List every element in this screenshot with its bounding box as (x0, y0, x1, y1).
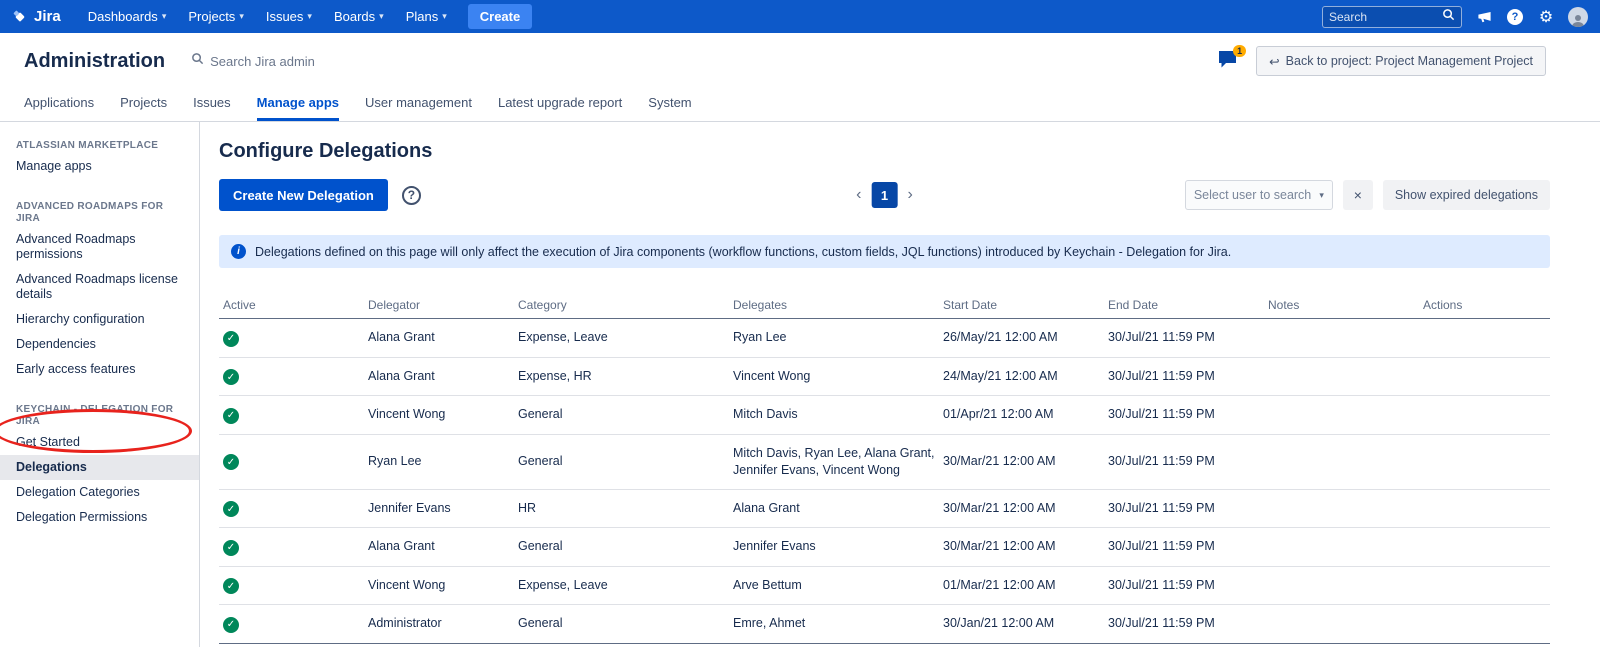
tab-latest-upgrade-report[interactable]: Latest upgrade report (498, 89, 622, 121)
info-banner: i Delegations defined on this page will … (219, 235, 1550, 268)
top-navigation: Jira Dashboards ▾ Projects ▾ Issues ▾ Bo… (0, 0, 1600, 33)
global-search[interactable] (1322, 6, 1462, 28)
create-button[interactable]: Create (468, 4, 532, 29)
active-check-icon[interactable]: ✓ (223, 331, 239, 347)
help-icon[interactable]: ? (402, 186, 421, 205)
announcement-icon[interactable] (1475, 8, 1493, 26)
jira-logo[interactable]: Jira (12, 8, 61, 25)
table-header-row: Active Delegator Category Delegates Star… (219, 292, 1550, 319)
table-row: ✓ Ryan Lee General Mitch Davis, Ryan Lee… (219, 434, 1550, 489)
sidebar-section-keychain: KEYCHAIN - DELEGATION FOR JIRA (0, 398, 199, 430)
return-arrow-icon: ↩ (1269, 54, 1279, 69)
sidebar-item-dependencies[interactable]: Dependencies (0, 332, 199, 357)
chevron-down-icon: ▾ (1319, 190, 1324, 201)
active-check-icon[interactable]: ✓ (223, 540, 239, 556)
user-search-select[interactable]: Select user to search ▾ (1185, 180, 1333, 210)
search-icon (1442, 8, 1455, 26)
create-new-delegation-button[interactable]: Create New Delegation (219, 179, 388, 211)
tab-projects[interactable]: Projects (120, 89, 167, 121)
nav-projects[interactable]: Projects ▾ (179, 4, 253, 29)
table-row: ✓ Vincent Wong Expense, Leave Arve Bettu… (219, 566, 1550, 605)
main-content: Configure Delegations Create New Delegat… (200, 122, 1600, 647)
show-expired-delegations-button[interactable]: Show expired delegations (1383, 180, 1550, 210)
nav-boards[interactable]: Boards ▾ (325, 4, 393, 29)
feedback-icon[interactable]: 1 (1218, 50, 1242, 72)
sidebar-item-delegation-permissions[interactable]: Delegation Permissions (0, 505, 199, 530)
col-active: Active (219, 292, 364, 319)
settings-gear-icon[interactable]: ⚙ (1537, 8, 1555, 26)
col-delegator: Delegator (364, 292, 514, 319)
search-icon (191, 52, 204, 70)
jira-logo-icon (12, 9, 28, 25)
table-row: ✓ Administrator General Emre, Ahmet 30/J… (219, 605, 1550, 644)
col-end-date: End Date (1104, 292, 1264, 319)
active-check-icon[interactable]: ✓ (223, 578, 239, 594)
admin-search[interactable] (191, 52, 390, 70)
table-row: ✓ Jennifer Evans HR Alana Grant 30/Mar/2… (219, 489, 1550, 528)
tab-manage-apps[interactable]: Manage apps (257, 89, 339, 121)
feedback-badge: 1 (1233, 45, 1246, 57)
nav-issues[interactable]: Issues ▾ (257, 4, 321, 29)
admin-search-input[interactable] (210, 54, 390, 69)
active-check-icon[interactable]: ✓ (223, 617, 239, 633)
active-check-icon[interactable]: ✓ (223, 454, 239, 470)
table-row: ✓ Alana Grant Expense, HR Vincent Wong 2… (219, 357, 1550, 396)
active-check-icon[interactable]: ✓ (223, 501, 239, 517)
tab-user-management[interactable]: User management (365, 89, 472, 121)
chevron-down-icon: ▾ (442, 11, 447, 22)
sidebar-item-get-started[interactable]: Get Started (0, 430, 199, 455)
tab-applications[interactable]: Applications (24, 89, 94, 121)
active-check-icon[interactable]: ✓ (223, 369, 239, 385)
sidebar-item-hierarchy-configuration[interactable]: Hierarchy configuration (0, 307, 199, 332)
admin-header: Administration 1 ↩ Back to project: Proj… (0, 33, 1600, 89)
toolbar: Create New Delegation ? ‹ 1 › Select use… (219, 179, 1550, 211)
tab-system[interactable]: System (648, 89, 691, 121)
nav-dashboards[interactable]: Dashboards ▾ (79, 4, 176, 29)
prev-page-button[interactable]: ‹ (856, 187, 861, 203)
sidebar-item-roadmaps-permissions[interactable]: Advanced Roadmaps permissions (0, 227, 199, 267)
col-notes: Notes (1264, 292, 1419, 319)
global-search-input[interactable] (1329, 10, 1442, 24)
page-title: Configure Delegations (219, 140, 1550, 163)
admin-tabs: Applications Projects Issues Manage apps… (0, 89, 1600, 122)
sidebar-item-early-access[interactable]: Early access features (0, 357, 199, 382)
table-row: ✓ Alana Grant General Jennifer Evans 30/… (219, 528, 1550, 567)
chevron-down-icon: ▾ (239, 11, 244, 22)
sidebar-item-manage-apps[interactable]: Manage apps (0, 154, 199, 179)
sidebar-section-advanced-roadmaps: ADVANCED ROADMAPS FOR JIRA (0, 195, 199, 227)
info-icon: i (231, 244, 246, 259)
chevron-down-icon: ▾ (162, 11, 167, 22)
clear-filter-button[interactable]: × (1343, 180, 1373, 210)
back-to-project-button[interactable]: ↩ Back to project: Project Management Pr… (1256, 46, 1546, 76)
sidebar-item-roadmaps-license[interactable]: Advanced Roadmaps license details (0, 267, 199, 307)
sidebar-item-delegations[interactable]: Delegations (0, 455, 199, 480)
admin-sidebar: ATLASSIAN MARKETPLACE Manage apps ADVANC… (0, 122, 200, 647)
table-row: ✓ Alana Grant Expense, Leave Ryan Lee 26… (219, 319, 1550, 358)
table-row: ✓ Vincent Wong General Mitch Davis 01/Ap… (219, 396, 1550, 435)
sidebar-item-delegation-categories[interactable]: Delegation Categories (0, 480, 199, 505)
info-banner-text: Delegations defined on this page will on… (255, 245, 1231, 259)
col-delegates: Delegates (729, 292, 939, 319)
nav-plans[interactable]: Plans ▾ (397, 4, 456, 29)
next-page-button[interactable]: › (908, 187, 913, 203)
col-category: Category (514, 292, 729, 319)
col-start-date: Start Date (939, 292, 1104, 319)
col-actions: Actions (1419, 292, 1550, 319)
admin-title: Administration (24, 50, 165, 73)
current-page[interactable]: 1 (872, 182, 898, 208)
delegations-table: Active Delegator Category Delegates Star… (219, 292, 1550, 644)
help-icon[interactable]: ? (1506, 8, 1524, 26)
chevron-down-icon: ▾ (379, 11, 384, 22)
sidebar-section-marketplace: ATLASSIAN MARKETPLACE (0, 134, 199, 154)
jira-logo-text: Jira (34, 8, 61, 25)
active-check-icon[interactable]: ✓ (223, 408, 239, 424)
chevron-down-icon: ▾ (307, 11, 312, 22)
tab-issues[interactable]: Issues (193, 89, 231, 121)
user-avatar[interactable] (1568, 7, 1588, 27)
pagination: ‹ 1 › (856, 182, 913, 208)
